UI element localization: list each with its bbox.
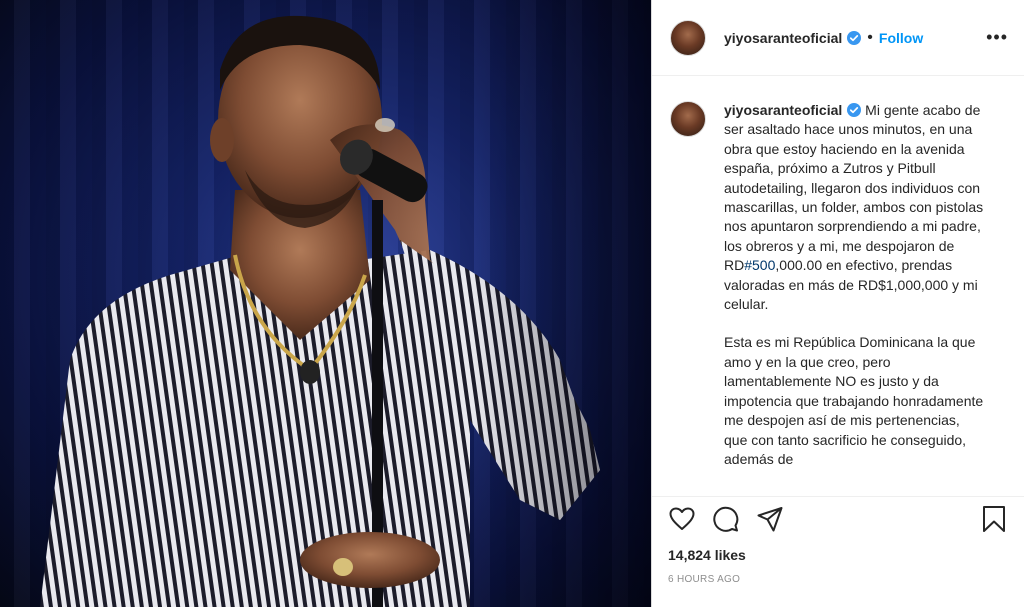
caption-username[interactable]: yiyosaranteoficial	[724, 102, 842, 118]
photo-shadow	[471, 0, 651, 607]
more-options-icon[interactable]: •••	[986, 27, 1008, 48]
post-header: yiyosaranteoficial • Follow •••	[652, 0, 1024, 76]
header-username[interactable]: yiyosaranteoficial	[724, 30, 842, 46]
instagram-post: yiyosaranteoficial • Follow ••• yiyosara…	[0, 0, 1024, 607]
verified-badge-icon	[847, 103, 862, 117]
action-icons	[668, 497, 1008, 541]
caption-text-1: Mi gente acabo de ser asaltado hace unos…	[724, 102, 984, 274]
likes-count[interactable]: 14,824 likes	[668, 547, 1008, 563]
post-photo[interactable]	[0, 0, 651, 607]
caption-paragraph-1: yiyosaranteoficial Mi gente acabo de ser…	[724, 101, 986, 314]
caption-avatar[interactable]	[670, 101, 706, 137]
paper-plane-icon[interactable]	[756, 505, 784, 533]
post-caption: yiyosaranteoficial Mi gente acabo de ser…	[724, 101, 986, 496]
follow-button[interactable]: Follow	[879, 30, 923, 46]
post-side-panel: yiyosaranteoficial • Follow ••• yiyosara…	[651, 0, 1024, 607]
post-timestamp[interactable]: 6 HOURS AGO	[668, 574, 1008, 585]
user-avatar[interactable]	[670, 19, 706, 56]
separator-dot: •	[867, 28, 873, 46]
caption-paragraph-2: Esta es mi República Dominicana la que a…	[724, 334, 984, 467]
comments-area[interactable]: yiyosaranteoficial Mi gente acabo de ser…	[652, 77, 1024, 496]
heart-icon[interactable]	[668, 505, 696, 533]
hashtag-link[interactable]: #500	[744, 257, 775, 273]
bookmark-icon[interactable]	[980, 505, 1008, 533]
verified-badge-icon	[847, 30, 862, 45]
comment-icon[interactable]	[712, 505, 740, 533]
post-actions: 14,824 likes 6 HOURS AGO	[652, 496, 1024, 607]
